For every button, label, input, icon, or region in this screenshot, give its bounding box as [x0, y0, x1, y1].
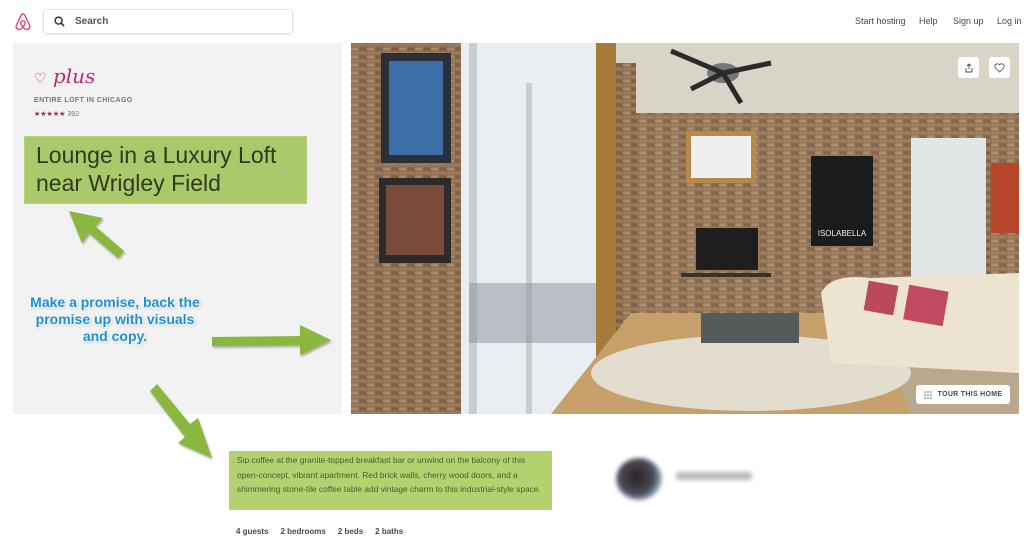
fact-beds: 2 beds: [337, 527, 364, 536]
listing-description: Sip coffee at the granite-topped breakfa…: [229, 451, 552, 510]
fact-guests: 4 guests: [236, 527, 269, 536]
fact-baths: 2 baths: [375, 527, 404, 536]
arrow-up-left-icon: [69, 211, 124, 258]
fact-bedrooms: 2 bedrooms: [280, 527, 326, 536]
host-avatar[interactable]: [616, 458, 662, 500]
arrow-right-icon: [212, 325, 331, 355]
arrow-down-right-icon: [150, 384, 212, 458]
listing-facts: 4 guests 2 bedrooms 2 beds 2 baths: [236, 527, 403, 536]
host-name-blurred: [676, 472, 752, 480]
